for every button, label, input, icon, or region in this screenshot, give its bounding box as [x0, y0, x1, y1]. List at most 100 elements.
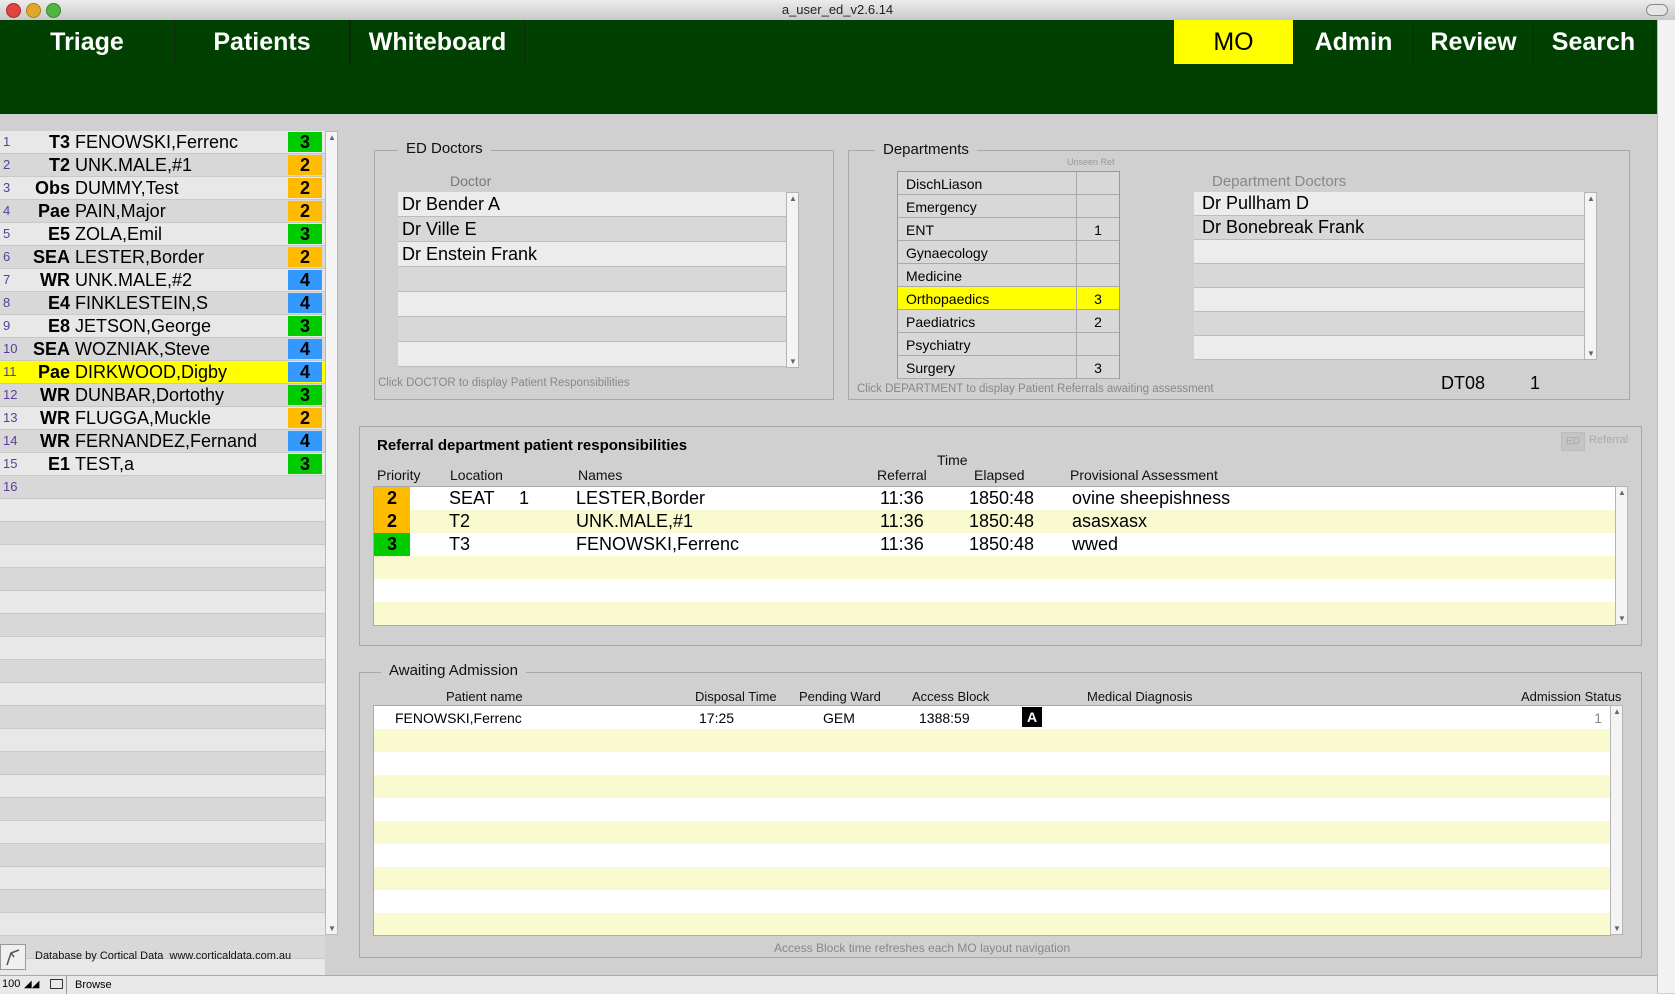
- empty-patient-row[interactable]: [0, 729, 325, 752]
- patient-row[interactable]: 4 Pae PAIN,Major 2: [0, 200, 325, 223]
- department-row[interactable]: Psychiatry: [898, 333, 1119, 356]
- department-row[interactable]: Emergency: [898, 195, 1119, 218]
- patient-row[interactable]: 8 E4 FINKLESTEIN,S 4: [0, 292, 325, 315]
- patient-row[interactable]: 12 WR DUNBAR,Dortothy 3: [0, 384, 325, 407]
- nav-tab-patients[interactable]: Patients: [175, 20, 350, 64]
- empty-patient-row[interactable]: [0, 752, 325, 775]
- ed-doctor-name: Dr Ville E: [402, 219, 477, 239]
- patient-row[interactable]: 6 SEA LESTER,Border 2: [0, 246, 325, 269]
- nav-tab-whiteboard[interactable]: Whiteboard: [350, 20, 525, 64]
- empty-patient-row[interactable]: [0, 591, 325, 614]
- time-header: Time: [937, 452, 968, 468]
- scroll-down-icon[interactable]: ▼: [328, 924, 336, 933]
- nav-tab-search[interactable]: Search: [1534, 20, 1654, 64]
- department-row[interactable]: Surgery 3: [898, 356, 1119, 379]
- patient-row[interactable]: 13 WR FLUGGA,Muckle 2: [0, 407, 325, 430]
- patient-row[interactable]: 1 T3 FENOWSKI,Ferrenc 3: [0, 131, 325, 154]
- patient-row[interactable]: 7 WR UNK.MALE,#2 4: [0, 269, 325, 292]
- empty-patient-row[interactable]: [0, 821, 325, 844]
- scroll-up-icon[interactable]: ▲: [1587, 194, 1595, 203]
- department-row[interactable]: Medicine: [898, 264, 1119, 287]
- empty-patient-row[interactable]: [0, 913, 325, 936]
- empty-doctor-row[interactable]: [398, 267, 786, 292]
- empty-patient-row[interactable]: [0, 522, 325, 545]
- referral-toggle-label[interactable]: Referral: [1589, 434, 1628, 446]
- empty-patient-row[interactable]: [0, 706, 325, 729]
- zoom-controls-icon[interactable]: ◢◢: [24, 979, 39, 990]
- location-header: Location: [450, 467, 503, 483]
- empty-patient-row[interactable]: [0, 614, 325, 637]
- empty-patient-row[interactable]: [0, 660, 325, 683]
- referral-list-scrollbar[interactable]: ▲ ▼: [1615, 486, 1628, 625]
- ed-doctor-item[interactable]: Dr Ville E: [398, 217, 786, 242]
- window-scrollbar[interactable]: [1657, 20, 1675, 993]
- department-row[interactable]: Paediatrics 2: [898, 310, 1119, 333]
- patient-row[interactable]: 14 WR FERNANDEZ,Fernand 4: [0, 430, 325, 453]
- department-unseen-count: [1077, 333, 1119, 355]
- mode-indicator[interactable]: Browse: [75, 979, 112, 991]
- empty-patient-row[interactable]: [0, 568, 325, 591]
- scroll-down-icon[interactable]: ▼: [789, 357, 797, 366]
- ed-doctor-item[interactable]: Dr Bender A: [398, 192, 786, 217]
- empty-patient-row[interactable]: [0, 867, 325, 890]
- scroll-down-icon[interactable]: ▼: [1613, 924, 1621, 933]
- empty-department-doctor-row[interactable]: [1194, 264, 1584, 288]
- layout-view-icon[interactable]: [50, 979, 63, 989]
- empty-patient-row[interactable]: [0, 545, 325, 568]
- scroll-up-icon[interactable]: ▲: [1618, 488, 1626, 497]
- referral-list-frame: [373, 486, 1616, 626]
- department-row[interactable]: DischLiason: [898, 172, 1119, 195]
- empty-patient-row[interactable]: [0, 775, 325, 798]
- empty-department-doctor-row[interactable]: [1194, 288, 1584, 312]
- patient-row[interactable]: 15 E1 TEST,a 3: [0, 453, 325, 476]
- ed-doctor-list-scrollbar[interactable]: ▲ ▼: [786, 192, 799, 368]
- department-row[interactable]: ENT 1: [898, 218, 1119, 241]
- patient-priority-badge: 3: [288, 132, 322, 152]
- patient-row[interactable]: 5 E5 ZOLA,Emil 3: [0, 223, 325, 246]
- empty-department-doctor-row[interactable]: [1194, 336, 1584, 360]
- department-doctor-item[interactable]: Dr Bonebreak Frank: [1194, 216, 1584, 240]
- department-row[interactable]: Gynaecology: [898, 241, 1119, 264]
- department-doctor-scrollbar[interactable]: ▲ ▼: [1584, 192, 1597, 360]
- patient-row[interactable]: 2 T2 UNK.MALE,#1 2: [0, 154, 325, 177]
- scroll-up-icon[interactable]: ▲: [328, 133, 336, 142]
- patient-row[interactable]: 11 Pae DIRKWOOD,Digby 4: [0, 361, 325, 384]
- empty-patient-row[interactable]: [0, 890, 325, 913]
- toolbar-toggle-button[interactable]: [1646, 4, 1668, 16]
- empty-department-doctor-row[interactable]: [1194, 312, 1584, 336]
- empty-department-doctor-row[interactable]: [1194, 240, 1584, 264]
- empty-patient-row[interactable]: [0, 683, 325, 706]
- patient-row[interactable]: 9 E8 JETSON,George 3: [0, 315, 325, 338]
- patient-row[interactable]: 10 SEA WOZNIAK,Steve 4: [0, 338, 325, 361]
- patient-name: TEST,a: [75, 454, 135, 474]
- ed-doctor-item[interactable]: Dr Enstein Frank: [398, 242, 786, 267]
- empty-patient-row[interactable]: [0, 637, 325, 660]
- department-row[interactable]: Orthopaedics 3: [898, 287, 1119, 310]
- zoom-level[interactable]: 100: [2, 978, 20, 990]
- status-bar: 100 ◢◢ Browse: [0, 975, 1657, 994]
- empty-patient-row[interactable]: [0, 798, 325, 821]
- empty-doctor-row[interactable]: [398, 317, 786, 342]
- nav-tab-review[interactable]: Review: [1414, 20, 1534, 64]
- patient-priority-badge: 4: [288, 270, 322, 290]
- patient-row-number: 16: [3, 479, 18, 494]
- department-doctor-item[interactable]: Dr Pullham D: [1194, 192, 1584, 216]
- nav-tab-admin[interactable]: Admin: [1294, 20, 1414, 64]
- scroll-up-icon[interactable]: ▲: [1613, 707, 1621, 716]
- patient-row[interactable]: 3 Obs DUMMY,Test 2: [0, 177, 325, 200]
- empty-doctor-row[interactable]: [398, 292, 786, 317]
- scroll-up-icon[interactable]: ▲: [789, 194, 797, 203]
- nav-tab-triage[interactable]: Triage: [0, 20, 175, 64]
- patient-priority-badge: 3: [288, 385, 322, 405]
- nav-tab-mo[interactable]: MO: [1174, 20, 1294, 64]
- empty-doctor-row[interactable]: [398, 342, 786, 367]
- patient-list-scrollbar[interactable]: ▲ ▼: [325, 131, 338, 935]
- ed-toggle-button[interactable]: ED: [1561, 432, 1585, 451]
- patient-priority-badge: 4: [288, 431, 322, 451]
- empty-patient-row[interactable]: [0, 844, 325, 867]
- admission-list-scrollbar[interactable]: ▲ ▼: [1610, 705, 1623, 935]
- empty-patient-row[interactable]: 16: [0, 476, 325, 499]
- scroll-down-icon[interactable]: ▼: [1618, 614, 1626, 623]
- empty-patient-row[interactable]: [0, 499, 325, 522]
- scroll-down-icon[interactable]: ▼: [1587, 349, 1595, 358]
